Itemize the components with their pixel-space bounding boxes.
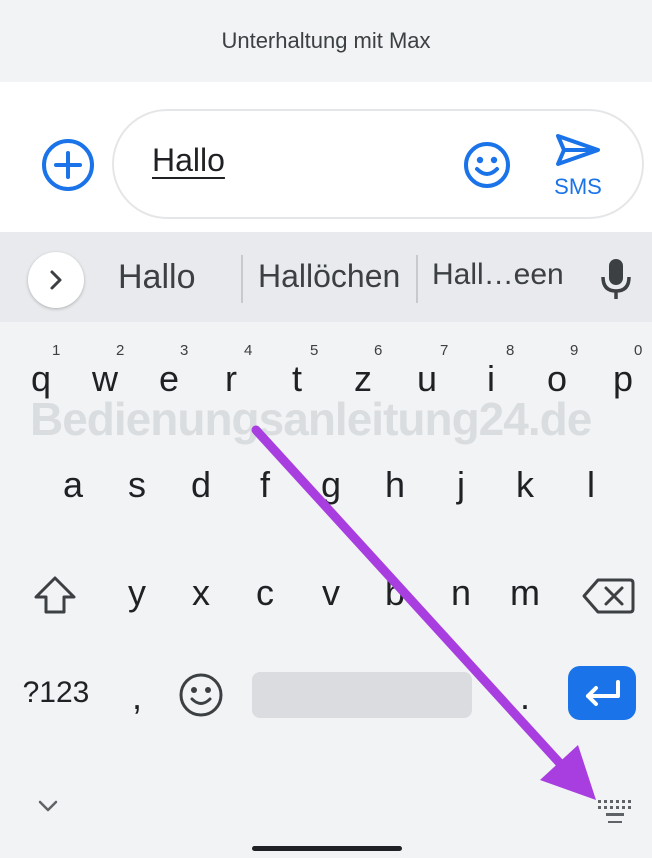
send-sms-button[interactable]: SMS [540, 130, 616, 202]
key-u[interactable]: u [402, 358, 452, 400]
send-label: SMS [554, 174, 602, 199]
shift-icon [34, 576, 76, 614]
keyboard-icon [598, 800, 631, 823]
microphone-icon [601, 259, 631, 299]
shift-key[interactable] [30, 572, 80, 618]
switch-keyboard-button[interactable] [594, 796, 638, 826]
key-number-hint: 1 [52, 342, 61, 359]
voice-input-button[interactable] [596, 255, 636, 305]
key-number-hint: 8 [506, 342, 515, 359]
key-c[interactable]: c [240, 572, 290, 614]
key-j[interactable]: j [436, 464, 486, 506]
expand-toolbar-button[interactable] [28, 252, 84, 308]
key-i[interactable]: i [466, 358, 516, 400]
space-key[interactable] [252, 672, 472, 718]
comma-key[interactable]: , [112, 676, 162, 718]
key-l[interactable]: l [566, 464, 616, 506]
key-z[interactable]: z [338, 358, 388, 400]
key-h[interactable]: h [370, 464, 420, 506]
chevron-right-icon [50, 270, 62, 290]
key-number-hint: 6 [374, 342, 383, 359]
keyboard-bottom-bar [0, 760, 652, 858]
key-a[interactable]: a [48, 464, 98, 506]
key-q[interactable]: q [16, 358, 66, 400]
message-input-text[interactable]: Hallo [152, 142, 225, 179]
key-o[interactable]: o [532, 358, 582, 400]
suggestion-2[interactable]: Hallöchen [258, 258, 400, 295]
key-p[interactable]: p [598, 358, 648, 400]
backspace-key[interactable] [580, 574, 636, 618]
key-number-hint: 0 [634, 342, 643, 359]
symbols-key[interactable]: ?123 [14, 676, 98, 710]
key-x[interactable]: x [176, 572, 226, 614]
send-icon [556, 134, 600, 166]
key-e[interactable]: e [144, 358, 194, 400]
key-number-hint: 2 [116, 342, 125, 359]
period-key[interactable]: . [500, 676, 550, 718]
key-number-hint: 9 [570, 342, 579, 359]
key-w[interactable]: w [80, 358, 130, 400]
suggestion-1[interactable]: Hallo [118, 258, 195, 297]
home-indicator [252, 846, 402, 851]
key-s[interactable]: s [112, 464, 162, 506]
emoji-key[interactable] [176, 670, 226, 720]
backspace-icon [582, 578, 635, 614]
key-f[interactable]: f [240, 464, 290, 506]
key-k[interactable]: k [500, 464, 550, 506]
enter-icon [586, 680, 620, 706]
add-attachment-button[interactable] [40, 137, 96, 193]
key-d[interactable]: d [176, 464, 226, 506]
key-m[interactable]: m [500, 572, 550, 614]
emoji-button[interactable] [462, 140, 512, 190]
hide-keyboard-button[interactable] [36, 796, 60, 816]
key-b[interactable]: b [370, 572, 420, 614]
suggestion-divider [241, 255, 243, 303]
key-y[interactable]: y [112, 572, 162, 614]
suggestion-3[interactable]: Hall…een [432, 258, 564, 292]
smiley-icon [179, 673, 223, 717]
conversation-header: Unterhaltung mit Max [0, 0, 652, 82]
key-t[interactable]: t [272, 358, 322, 400]
plus-circle-icon [42, 139, 94, 191]
key-r[interactable]: r [206, 358, 256, 400]
key-v[interactable]: v [306, 572, 356, 614]
chevron-down-icon [38, 800, 58, 812]
enter-key[interactable] [568, 666, 636, 720]
suggestion-divider [416, 255, 418, 303]
key-number-hint: 5 [310, 342, 319, 359]
conversation-title: Unterhaltung mit Max [221, 28, 431, 53]
watermark: Bedienungsanleitung24.de [30, 393, 592, 445]
key-number-hint: 7 [440, 342, 449, 359]
key-n[interactable]: n [436, 572, 486, 614]
key-g[interactable]: g [306, 464, 356, 506]
key-number-hint: 4 [244, 342, 253, 359]
key-number-hint: 3 [180, 342, 189, 359]
smiley-icon [464, 142, 510, 188]
